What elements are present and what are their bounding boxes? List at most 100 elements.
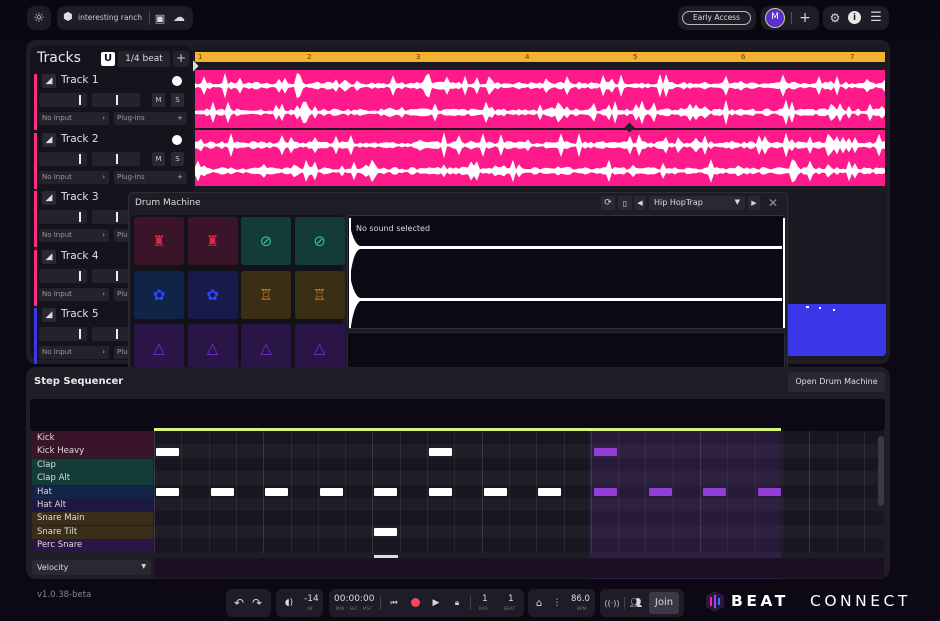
input-select[interactable]: No Input › (39, 287, 109, 301)
audio-clip-track-5[interactable] (786, 304, 886, 356)
caret-left-icon[interactable]: ◀ (634, 196, 646, 210)
volume-slider[interactable] (39, 210, 87, 224)
play-icon[interactable]: ▶ (429, 595, 443, 611)
solo-button[interactable]: S (171, 151, 184, 166)
active-step[interactable] (429, 488, 452, 497)
active-step[interactable] (594, 488, 617, 497)
scrollbar[interactable] (878, 436, 884, 506)
active-step[interactable] (374, 488, 398, 497)
drum-pad[interactable]: ♖ (241, 270, 291, 319)
join-button[interactable]: Join (649, 592, 679, 614)
users-icon[interactable]: 👥︎ (628, 595, 644, 611)
hamburger-icon[interactable]: ☰ (868, 9, 884, 25)
speaker-mute-icon[interactable]: ◢ (42, 308, 56, 322)
broadcast-icon[interactable]: ((·)) (604, 595, 620, 611)
sliders-icon[interactable]: ⫶ (550, 595, 564, 611)
avatar[interactable]: M (765, 8, 785, 28)
pan-slider[interactable] (92, 93, 140, 107)
plugins-button[interactable]: Plug-ins+ (114, 112, 187, 125)
volume-slider[interactable] (39, 268, 87, 283)
skip-back-icon[interactable]: ⏮ (387, 595, 401, 611)
drum-pad[interactable]: △ (294, 324, 345, 372)
speaker-mute-icon[interactable]: ◢ (42, 191, 56, 205)
velocity-lane[interactable] (154, 558, 884, 578)
sequencer-row-label[interactable]: Snare Main (32, 512, 153, 526)
active-step[interactable] (210, 488, 234, 497)
snap-select[interactable]: 1/4 beat (118, 51, 170, 67)
bpm-value[interactable]: 86.0 (571, 594, 590, 604)
early-access-badge[interactable]: Early Access (682, 11, 751, 25)
track-name[interactable]: Track 5 (61, 308, 99, 320)
velocity-select[interactable]: Velocity ▼ (32, 560, 151, 575)
plugins-button[interactable]: Plug-ins+ (114, 170, 187, 184)
pan-slider[interactable] (92, 151, 140, 166)
input-select[interactable]: No Input › (39, 229, 109, 242)
active-step[interactable] (156, 447, 179, 456)
lock-icon[interactable]: 🔒︎ (450, 595, 464, 611)
active-step[interactable] (483, 488, 507, 497)
record-arm-button[interactable] (172, 76, 182, 86)
sequencer-row-label[interactable]: Hat (32, 485, 153, 499)
drum-pad[interactable]: ⊘ (294, 217, 345, 265)
active-step[interactable] (757, 488, 781, 497)
drum-pad[interactable]: △ (241, 324, 291, 372)
active-step[interactable] (648, 488, 672, 497)
active-step[interactable] (538, 488, 562, 497)
mute-button[interactable]: M (152, 93, 165, 107)
drum-pad[interactable]: ✿ (134, 270, 184, 319)
project-name[interactable]: interesting ranch (78, 13, 142, 22)
speaker-mute-icon[interactable]: ◢ (42, 132, 56, 147)
drum-pad[interactable]: △ (187, 324, 238, 372)
solo-button[interactable]: S (171, 93, 184, 107)
drum-pad[interactable]: ⊘ (241, 217, 291, 265)
info-icon[interactable]: i (848, 11, 861, 24)
active-step[interactable] (429, 447, 452, 456)
audio-clip-track-1[interactable] (195, 70, 885, 128)
sequencer-row-label[interactable]: Clap (32, 458, 153, 472)
volume-slider[interactable] (39, 327, 87, 341)
metronome-icon[interactable]: ⌂ (532, 595, 546, 611)
sequencer-row-label[interactable]: Perc Snare (32, 539, 153, 553)
record-arm-button[interactable] (172, 134, 182, 145)
magnet-icon[interactable]: U (101, 52, 115, 66)
audio-clip-track-2[interactable] (195, 130, 885, 186)
open-drum-machine-button[interactable]: Open Drum Machine (788, 372, 885, 392)
active-step[interactable] (156, 488, 179, 497)
gear-icon[interactable]: ⚙ (827, 10, 843, 26)
close-icon[interactable]: ✕ (766, 195, 780, 211)
save-icon[interactable]: ▣ (153, 10, 167, 26)
speaker-mute-icon[interactable]: ◢ (42, 249, 56, 264)
velocity-handle[interactable] (374, 555, 398, 558)
record-icon[interactable] (411, 598, 420, 607)
drum-pad[interactable]: ♜ (134, 217, 184, 265)
active-step[interactable] (594, 447, 617, 456)
redo-icon[interactable]: ↷ (250, 595, 264, 611)
caret-right-icon[interactable]: ▶ (748, 196, 760, 210)
track-name[interactable]: Track 4 (61, 250, 99, 262)
sequencer-row-label[interactable]: Kick (32, 432, 153, 445)
undo-icon[interactable]: ↶ (232, 595, 246, 611)
drum-pad[interactable]: ♜ (187, 217, 238, 265)
plus-icon[interactable]: + (797, 9, 813, 27)
phone-icon[interactable]: ▯ (618, 196, 632, 210)
theme-toggle-button[interactable]: ☼ (27, 6, 51, 30)
cloud-upload-icon[interactable]: ☁ (171, 9, 187, 25)
active-step[interactable] (265, 488, 289, 497)
track-row[interactable]: ◢ Track 2 No Input › Plug-ins + M S (34, 132, 190, 191)
active-step[interactable] (703, 488, 727, 497)
sequencer-row-label[interactable]: Hat Alt (32, 499, 153, 512)
active-step[interactable] (374, 528, 398, 537)
kit-select[interactable]: Hip HopTrap ▼ (649, 196, 745, 210)
sequencer-row-label[interactable]: Snare Tilt (32, 525, 153, 539)
input-select[interactable]: No Input › (39, 170, 109, 184)
speaker-mute-icon[interactable]: ◢ (42, 74, 56, 88)
track-name[interactable]: Track 1 (61, 74, 99, 86)
add-track-button[interactable]: + (173, 51, 189, 67)
drum-pad[interactable]: ✿ (187, 270, 238, 319)
input-select[interactable]: No Input › (39, 346, 109, 359)
input-select[interactable]: No Input › (39, 112, 109, 125)
drum-pad[interactable]: △ (134, 324, 184, 372)
speaker-icon[interactable]: ◖) (282, 596, 296, 610)
active-step[interactable] (319, 488, 343, 497)
sequencer-row-label[interactable]: Kick Heavy (32, 445, 153, 459)
